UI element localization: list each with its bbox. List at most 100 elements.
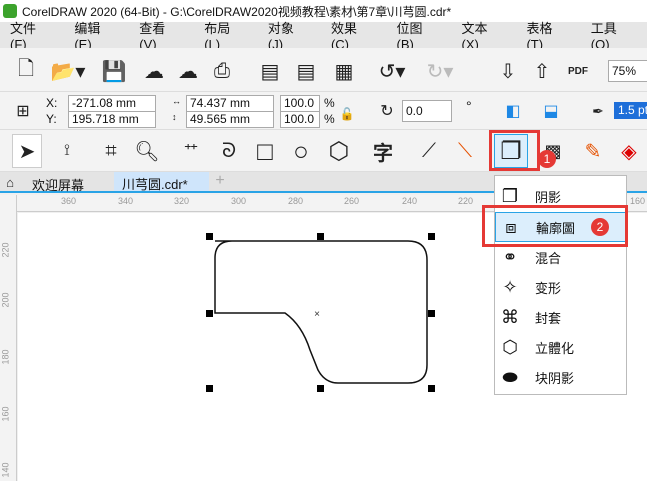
open-icon[interactable]: 📂▾ — [48, 57, 88, 85]
print-icon[interactable]: ⎙ — [208, 57, 236, 85]
copy-icon[interactable]: ▤ — [292, 57, 320, 85]
percent-label: % — [324, 112, 335, 126]
dimension-tool-icon[interactable]: ⟋ — [414, 136, 444, 166]
menu-item-envelope[interactable]: ⌘ 封套 — [495, 302, 626, 332]
step-badge-1: 1 — [538, 150, 556, 168]
mirror-vertical-icon[interactable]: ⬓ — [538, 98, 564, 124]
export-pdf-icon[interactable]: PDF — [564, 57, 592, 85]
fill-tool-icon[interactable]: ◈ — [614, 136, 644, 166]
ruler-label: 300 — [231, 196, 247, 206]
menu-item-label: 块阴影 — [535, 370, 575, 386]
shape-tool-icon[interactable]: ⟟ — [52, 136, 82, 166]
menu-item-block-shadow[interactable]: ⬬ 块阴影 — [495, 362, 626, 392]
artistic-media-icon[interactable]: ᘐ — [214, 136, 244, 166]
step-badge-2: 2 — [591, 218, 609, 236]
menu-object[interactable]: 对象(J) — [268, 18, 304, 52]
width-input[interactable]: 74.437 mm — [186, 95, 274, 112]
mirror-horizontal-icon[interactable]: ◧ — [500, 98, 526, 124]
reference-point-icon[interactable]: ⊞ — [10, 98, 36, 124]
save-icon[interactable]: 💾 — [100, 57, 128, 85]
menu-tools[interactable]: 工具(O) — [591, 18, 630, 52]
menu-item-label: 混合 — [535, 250, 562, 266]
export-icon[interactable]: ⇧ — [528, 57, 556, 85]
cut-icon[interactable]: ▤ — [256, 57, 284, 85]
paste-icon[interactable]: ▦ — [330, 57, 358, 85]
y-position-input[interactable]: 195.718 mm — [68, 111, 156, 128]
import-icon[interactable]: ⇩ — [494, 57, 522, 85]
ruler-label: 160 — [630, 196, 646, 206]
menu-table[interactable]: 表格(T) — [526, 18, 563, 52]
menu-item-distort[interactable]: ✧ 变形 — [495, 272, 626, 302]
degree-label: ° — [466, 98, 472, 114]
selection-handle[interactable] — [206, 310, 213, 317]
rotation-input[interactable]: 0.0 — [402, 100, 452, 122]
selection-handle[interactable] — [206, 385, 213, 392]
menu-item-label: 变形 — [535, 280, 562, 296]
freehand-tool-icon[interactable]: ⺿ — [176, 136, 206, 166]
pick-tool-icon[interactable]: ➤ — [12, 134, 42, 168]
connector-tool-icon[interactable]: ⟍ — [450, 136, 480, 166]
menu-effects[interactable]: 效果(C) — [331, 18, 370, 52]
home-icon[interactable]: ⌂ — [2, 174, 18, 190]
ruler-label: 180 — [0, 349, 11, 365]
menu-bitmaps[interactable]: 位图(B) — [397, 18, 435, 52]
menu-item-extrude[interactable]: ⬡ 立體化 — [495, 332, 626, 362]
envelope-icon: ⌘ — [501, 306, 519, 327]
cloud-upload-icon[interactable]: ☁ — [174, 57, 202, 85]
eyedropper-tool-icon[interactable]: ✎ — [580, 136, 606, 166]
menu-view[interactable]: 查看(V) — [139, 18, 177, 52]
selection-handle[interactable] — [428, 385, 435, 392]
crop-tool-icon[interactable]: ⌗ — [96, 136, 126, 166]
scale-y-input[interactable]: 100.0 — [280, 111, 320, 128]
height-input[interactable]: 49.565 mm — [186, 111, 274, 128]
redo-icon[interactable]: ↻▾ — [420, 57, 460, 85]
ruler-label: 320 — [174, 196, 190, 206]
ruler-label: 280 — [288, 196, 304, 206]
undo-icon[interactable]: ↺▾ — [372, 57, 412, 85]
height-icon: ↕ — [172, 112, 177, 122]
menu-bar: 文件(F) 编辑(E) 查看(V) 布局(L) 对象(J) 效果(C) 位图(B… — [0, 21, 647, 52]
selection-handle[interactable] — [428, 233, 435, 240]
tab-welcome-screen[interactable]: 欢迎屏幕 — [32, 175, 84, 194]
cloud-download-icon[interactable]: ☁ — [140, 57, 168, 85]
scale-x-input[interactable]: 100.0 — [280, 95, 320, 112]
ellipse-tool-icon[interactable]: ○ — [286, 136, 316, 166]
selection-handle[interactable] — [317, 233, 324, 240]
polygon-tool-icon[interactable]: ⬡ — [324, 136, 354, 166]
distort-icon: ✧ — [502, 276, 518, 297]
y-label: Y: — [46, 112, 57, 126]
add-tab-button[interactable]: + — [210, 172, 230, 191]
rectangle-tool-icon[interactable]: □ — [250, 136, 280, 166]
percent-label: % — [324, 96, 335, 110]
x-position-input[interactable]: -271.08 mm — [68, 95, 156, 112]
zoom-level-select[interactable]: 75% — [608, 60, 647, 82]
new-document-icon[interactable]: 🗋 — [12, 57, 40, 85]
property-bar: ⊞ X: Y: -271.08 mm 195.718 mm ↔ ↕ 74.437… — [0, 92, 647, 130]
zoom-tool-icon[interactable]: 🔍︎ — [132, 136, 162, 166]
text-tool-icon[interactable]: 字 — [368, 136, 398, 166]
ruler-label: 220 — [458, 196, 474, 206]
tab-document[interactable]: 川芎圆.cdr* — [114, 172, 209, 192]
width-icon: ↔ — [172, 96, 181, 106]
selection-handle[interactable] — [317, 385, 324, 392]
x-label: X: — [46, 96, 58, 110]
menu-layout[interactable]: 布局(L) — [204, 18, 241, 52]
lock-ratio-icon[interactable]: 🔓 — [340, 104, 355, 124]
coreldraw-logo-icon — [3, 4, 17, 18]
menu-edit[interactable]: 编辑(E) — [74, 18, 112, 52]
menu-item-label: 立體化 — [535, 340, 575, 356]
outline-width-input[interactable]: 1.5 pt — [614, 102, 647, 119]
selection-handle[interactable] — [428, 310, 435, 317]
rotate-icon: ↻ — [380, 103, 394, 120]
standard-toolbar: 🗋 📂▾ 💾 ☁ ☁ ⎙ ▤ ▤ ▦ ↺▾ ↻▾ ⇩ ⇧ PDF 75% — [0, 48, 647, 92]
ruler-label: 220 — [0, 242, 11, 258]
ruler-label: 360 — [61, 196, 77, 206]
menu-text[interactable]: 文本(X) — [462, 18, 500, 52]
menu-file[interactable]: 文件(F) — [10, 18, 47, 52]
selection-handle[interactable] — [206, 233, 213, 240]
outline-pen-icon: ✒ — [592, 102, 604, 119]
ruler-label: 140 — [0, 462, 11, 478]
extrude-icon: ⬡ — [502, 336, 518, 357]
vertical-ruler: 220 200 180 160 140 — [0, 195, 17, 481]
block-shadow-icon: ⬬ — [502, 366, 518, 387]
